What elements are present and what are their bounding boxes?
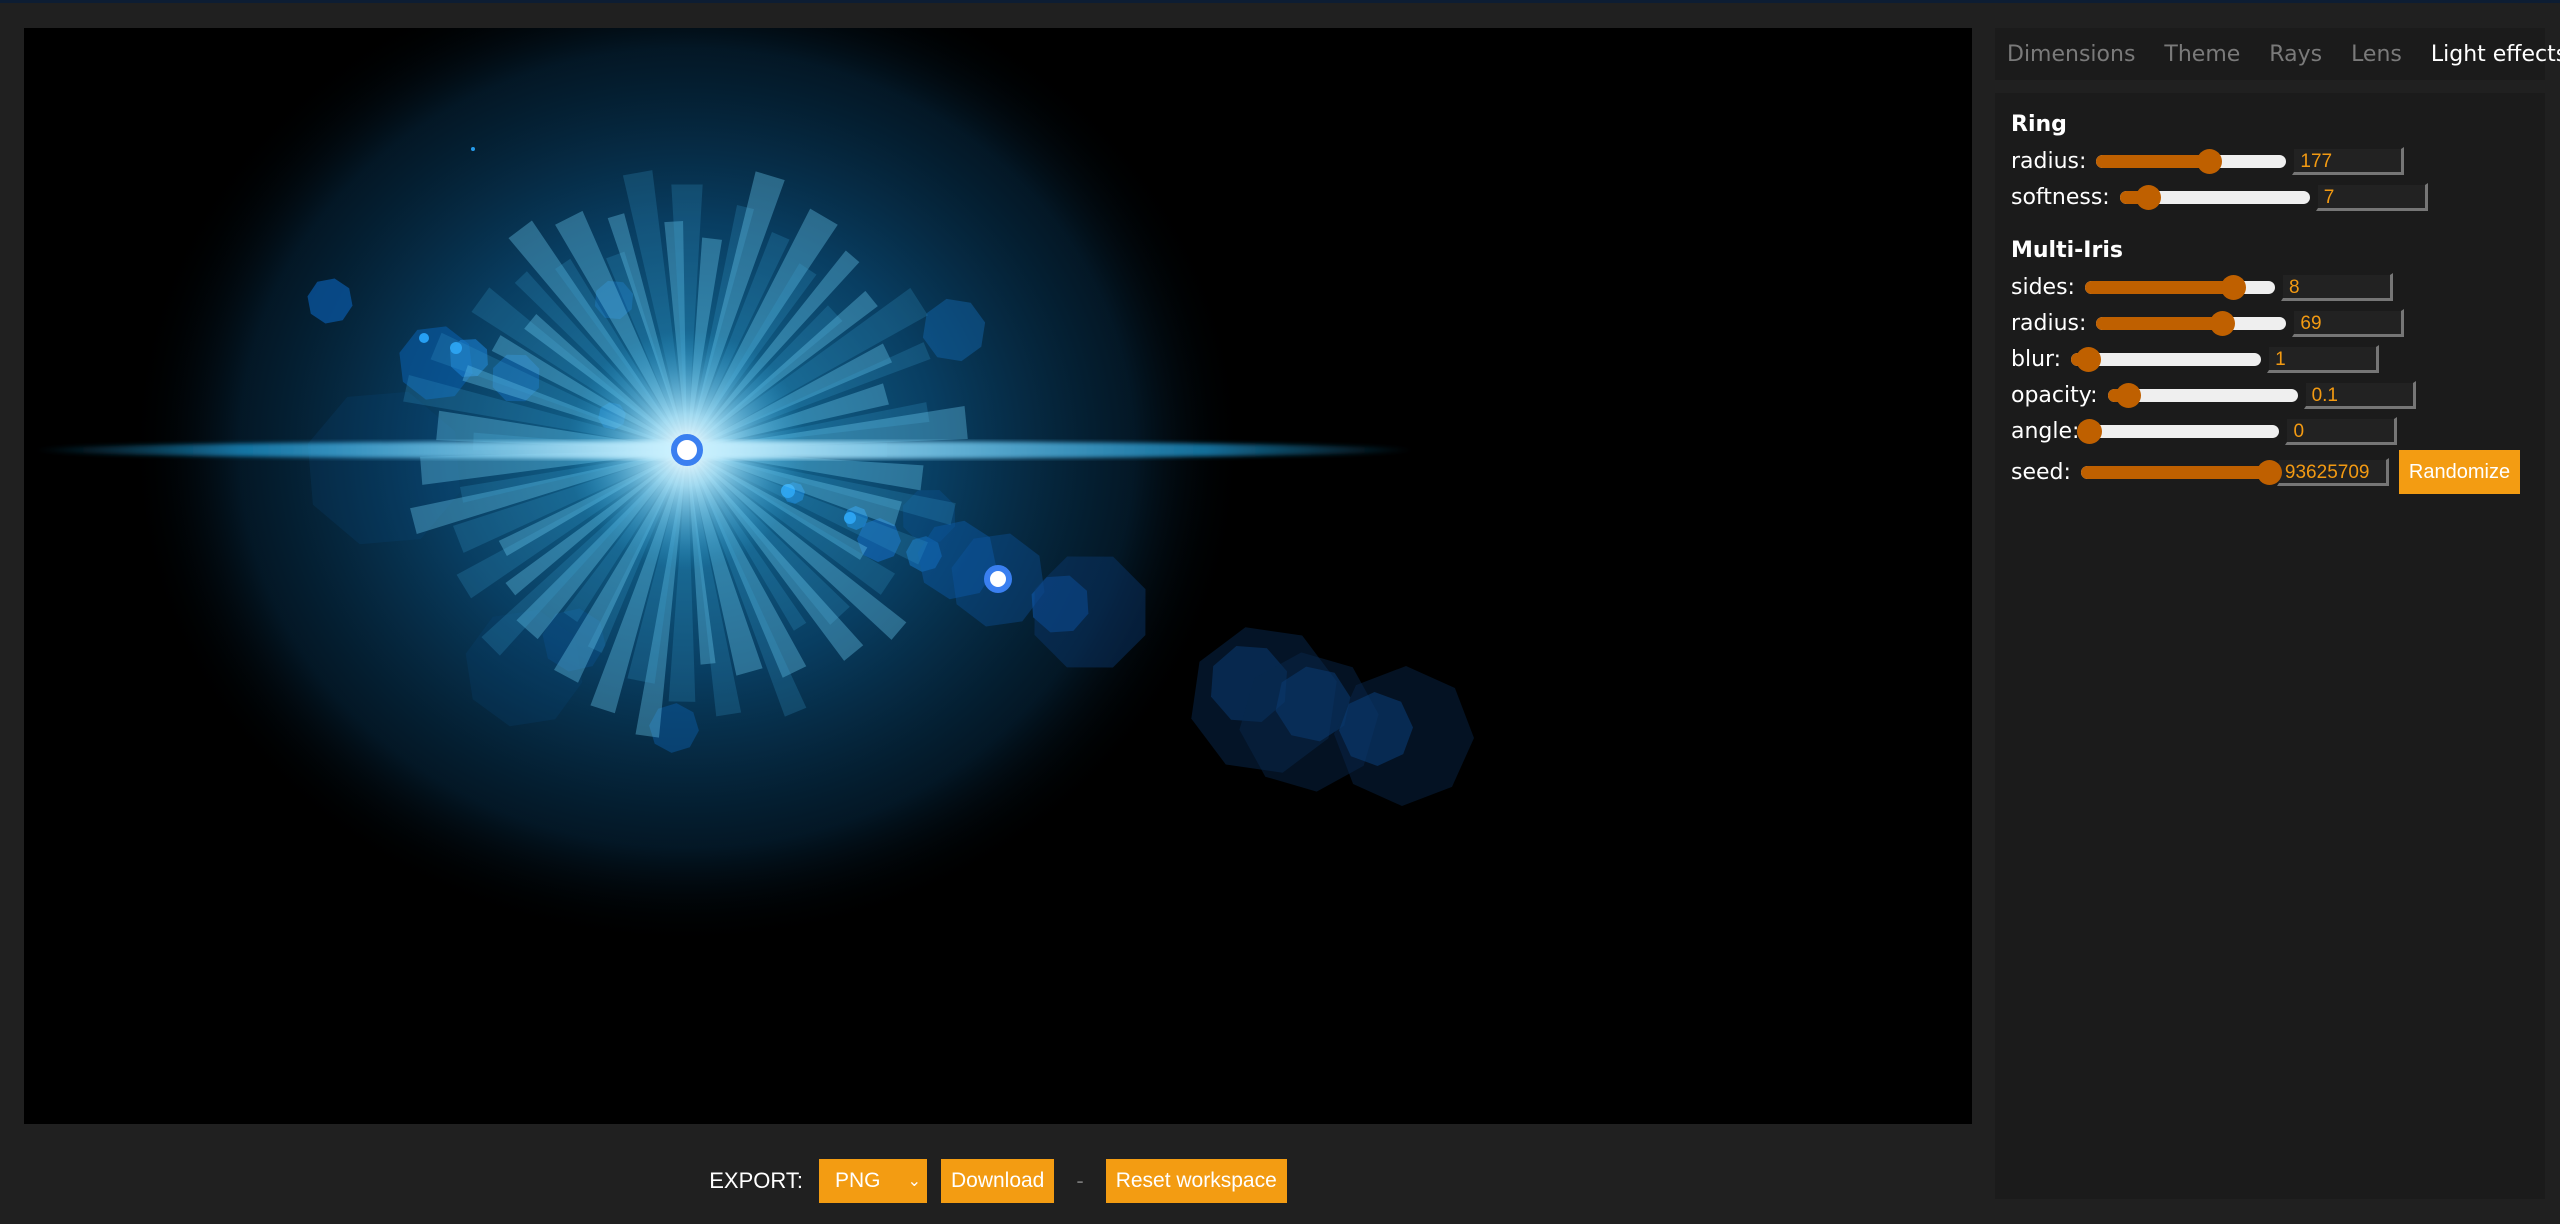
slider-thumb[interactable] (2116, 382, 2142, 408)
iris-opacity-slider[interactable] (2107, 382, 2298, 408)
slider-fill (2096, 316, 2222, 330)
slider-thumb[interactable] (2136, 184, 2162, 210)
iris-blur-input[interactable]: 1 (2267, 345, 2380, 373)
slider-thumb[interactable] (2077, 418, 2103, 444)
light-source-handle[interactable] (671, 434, 703, 466)
randomize-button[interactable]: Randomize (2398, 450, 2521, 494)
slider-thumb[interactable] (2076, 346, 2102, 372)
slider-thumb[interactable] (2257, 459, 2283, 485)
bokeh-dot (419, 333, 429, 343)
format-select[interactable]: PNG ⌄ (818, 1159, 927, 1203)
separator: - (1076, 1168, 1084, 1193)
iris-opacity-label: opacity: (2011, 382, 2098, 408)
iris-radius-row: radius: 69 (2011, 305, 2529, 341)
iris-seed-row: seed: 93625709 Randomize (2011, 449, 2529, 495)
iris-sides-slider[interactable] (2084, 274, 2275, 300)
export-bar: EXPORT: PNG ⌄ Download - Reset workspace (0, 1159, 1996, 1203)
iris-radius-label: radius: (2011, 310, 2087, 336)
ring-radius-slider[interactable] (2096, 148, 2287, 174)
ring-softness-input[interactable]: 7 (2315, 183, 2428, 211)
iris-angle-row: angle: 0 (2011, 413, 2529, 449)
horizontal-streak (34, 441, 1414, 459)
iris-seed-slider[interactable] (2080, 459, 2283, 485)
iris-opacity-input[interactable]: 0.1 (2303, 381, 2416, 409)
iris-sides-label: sides: (2011, 274, 2075, 300)
multi-iris-section-title: Multi-Iris (2011, 238, 2123, 263)
flare-preview (34, 28, 1474, 948)
iris-blur-label: blur: (2011, 346, 2062, 372)
reset-workspace-button[interactable]: Reset workspace (1105, 1159, 1287, 1203)
iris-sides-row: sides: 8 (2011, 269, 2529, 305)
format-value: PNG (834, 1169, 881, 1192)
tab-theme[interactable]: Theme (2164, 42, 2240, 67)
flare-axis-handle[interactable] (984, 565, 1012, 593)
ring-radius-row: radius: 177 (2011, 143, 2529, 179)
slider-thumb[interactable] (2221, 274, 2247, 300)
iris-radius-input[interactable]: 69 (2292, 309, 2405, 337)
tab-light-effects[interactable]: Light effects (2431, 42, 2560, 67)
ring-softness-label: softness: (2011, 184, 2110, 210)
iris-blur-row: blur: 1 (2011, 341, 2529, 377)
chevron-down-icon: ⌄ (907, 1173, 921, 1190)
bokeh-iris (1034, 556, 1146, 668)
ring-radius-label: radius: (2011, 148, 2087, 174)
bokeh-dot (471, 147, 475, 151)
slider-fill (2084, 280, 2234, 294)
slider-fill (2080, 465, 2270, 479)
ring-softness-slider[interactable] (2119, 184, 2310, 210)
iris-angle-label: angle: (2011, 418, 2080, 444)
iris-angle-input[interactable]: 0 (2285, 417, 2398, 445)
export-label: EXPORT: (709, 1168, 803, 1193)
download-button[interactable]: Download (940, 1159, 1055, 1203)
ring-section-title: Ring (2011, 112, 2067, 137)
iris-seed-label: seed: (2011, 459, 2071, 485)
tab-rays[interactable]: Rays (2269, 42, 2322, 67)
iris-opacity-row: opacity: 0.1 (2011, 377, 2529, 413)
iris-blur-slider[interactable] (2071, 346, 2262, 372)
ring-softness-row: softness: 7 (2011, 179, 2529, 215)
slider-thumb[interactable] (2209, 310, 2235, 336)
tab-dimensions[interactable]: Dimensions (2007, 42, 2135, 67)
iris-sides-input[interactable]: 8 (2280, 273, 2393, 301)
iris-seed-input[interactable]: 93625709 (2276, 458, 2389, 486)
iris-radius-slider[interactable] (2096, 310, 2287, 336)
slider-fill (2096, 154, 2209, 168)
ring-radius-input[interactable]: 177 (2292, 147, 2405, 175)
settings-tabs: Dimensions Theme Rays Lens Light effects (1995, 28, 2560, 80)
light-effects-panel: Ring radius: 177 softness: 7 Multi-Iris … (1995, 93, 2545, 1199)
iris-angle-slider[interactable] (2077, 418, 2280, 444)
slider-thumb[interactable] (2196, 148, 2222, 174)
tab-lens[interactable]: Lens (2351, 42, 2402, 67)
flare-canvas[interactable] (24, 28, 1972, 1124)
